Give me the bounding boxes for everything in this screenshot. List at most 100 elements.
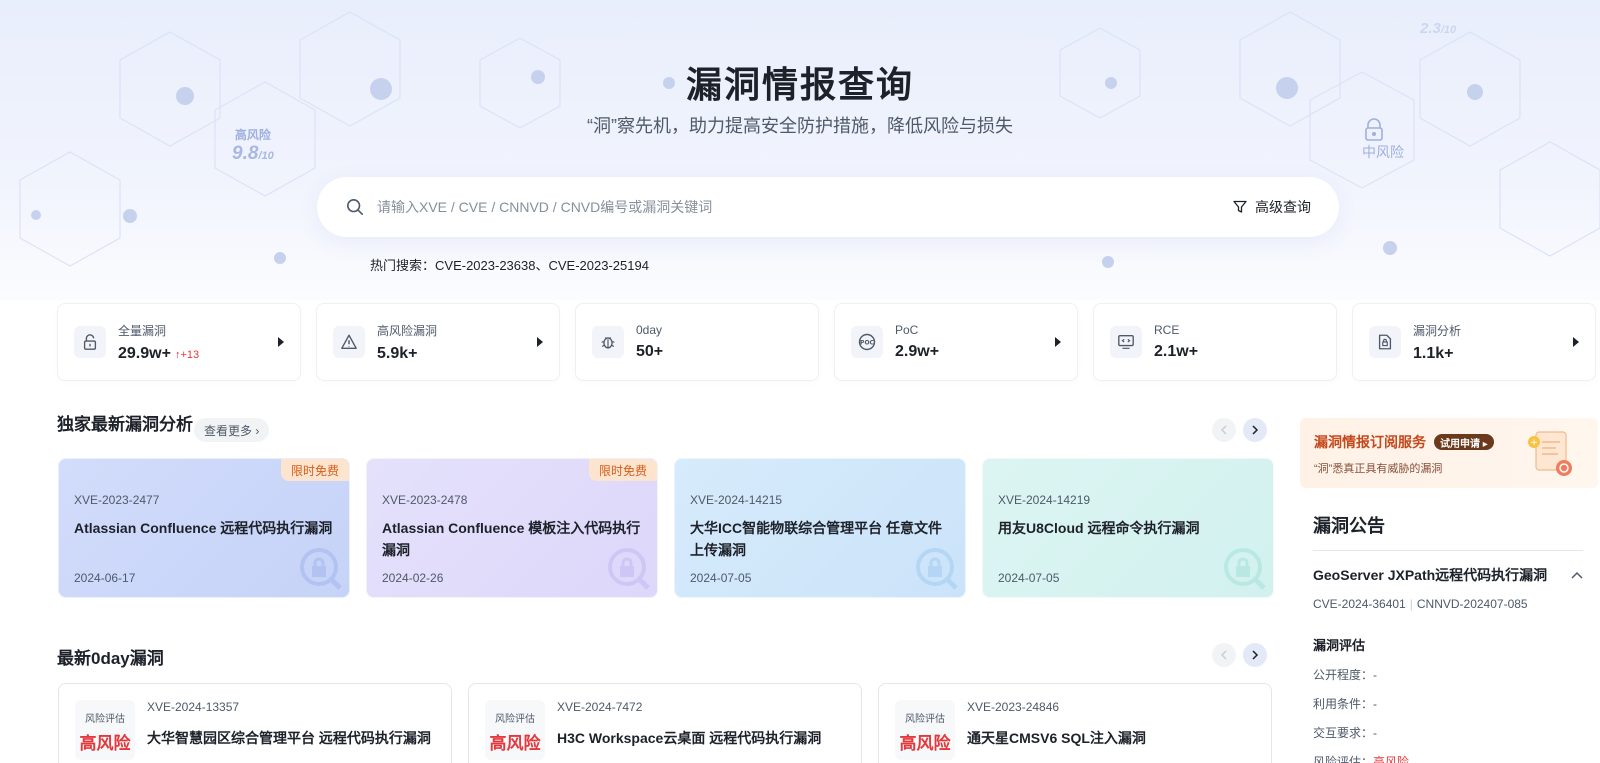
doc-lock-icon	[1369, 326, 1401, 358]
stat-value: 29.9w+	[118, 344, 171, 362]
risk-label: 风险评估	[85, 714, 125, 725]
id-divider: |	[1409, 597, 1413, 611]
risk-value: 高风险	[489, 734, 541, 753]
vuln-card[interactable]: 限时免费 XVE-2023-2477 Atlassian Confluence …	[58, 458, 350, 598]
chevron-right-icon	[1252, 650, 1259, 660]
vuln-card[interactable]: XVE-2024-14219 用友U8Cloud 远程命令执行漏洞 2024-0…	[982, 458, 1274, 598]
risk-box: 风险评估 高风险	[895, 700, 955, 760]
free-badge: 限时免费	[280, 459, 349, 481]
zeroday-card[interactable]: 风险评估高风险 XVE-2024-13357 大华智慧园区综合管理平台 远程代码执…	[58, 683, 452, 763]
exclusive-cards: 限时免费 XVE-2023-2477 Atlassian Confluence …	[58, 458, 1274, 598]
vuln-id: XVE-2023-2478	[382, 493, 468, 507]
stat-card-0day[interactable]: 0day 50+	[575, 303, 819, 381]
notice-ids: CVE-2024-36401 | CNNVD-202407-085	[1313, 597, 1583, 611]
stat-label: 全量漏洞	[118, 323, 167, 338]
vuln-card[interactable]: 限时免费 XVE-2023-2478 Atlassian Confluence …	[366, 458, 658, 598]
stat-label: RCE	[1154, 323, 1180, 337]
vuln-id: XVE-2024-14215	[690, 493, 783, 507]
vuln-date: 2024-06-17	[74, 571, 136, 585]
poc-icon: POC	[851, 326, 883, 358]
stat-value: 2.9w+	[895, 343, 940, 360]
deco-faint-score: 2.3/10	[1420, 20, 1457, 37]
hot-search-separator: 、	[535, 258, 549, 273]
notice-panel: 漏洞公告 GeoServer JXPath远程代码执行漏洞 CVE-2024-3…	[1313, 512, 1583, 763]
eval-row: 交互要求：-	[1313, 726, 1378, 740]
eval-row: 利用条件：-	[1313, 697, 1378, 711]
subscription-banner[interactable]: 漏洞情报订阅服务 试用申请 ▸ “洞”悉真正具有威胁的漏洞 +	[1300, 418, 1598, 488]
notice-title: 漏洞公告	[1313, 512, 1583, 551]
zeroday-card[interactable]: 风险评估高风险 XVE-2024-7472 H3C Workspace云桌面 远程…	[468, 683, 862, 763]
vuln-name: 大华ICC智能物联综合管理平台 任意文件上传漏洞	[690, 520, 942, 558]
carousel-next-button[interactable]	[1243, 643, 1267, 667]
risk-value: 高风险	[79, 734, 131, 753]
vuln-name: H3C Workspace云桌面 远程代码执行漏洞	[557, 730, 822, 746]
stat-card-rce[interactable]: RCE 2.1w+	[1093, 303, 1337, 381]
vuln-card[interactable]: XVE-2024-14215 大华ICC智能物联综合管理平台 任意文件上传漏洞 …	[674, 458, 966, 598]
search-icon	[345, 197, 365, 217]
vuln-id: XVE-2024-14219	[998, 493, 1091, 507]
hero-banner: 高风险 9.8/10 中风险 2.3/10 漏洞情报查询 “洞”察先机，助力提高…	[0, 0, 1600, 300]
hot-search-link[interactable]: CVE-2023-23638	[435, 258, 535, 273]
promo-title: 漏洞情报订阅服务	[1314, 434, 1426, 450]
eval-title: 漏洞评估	[1313, 638, 1366, 653]
hot-searches: 热门搜索：CVE-2023-23638、CVE-2023-25194	[370, 255, 649, 274]
stat-value: 50+	[636, 343, 664, 360]
hot-search-link[interactable]: CVE-2023-25194	[549, 258, 649, 273]
advanced-search-label: 高级查询	[1255, 199, 1311, 215]
chevron-left-icon	[1220, 650, 1227, 660]
stat-value: 2.1w+	[1154, 343, 1199, 360]
stat-card-analysis[interactable]: 漏洞分析 1.1k+	[1352, 303, 1596, 381]
cve-id: CVE-2024-36401	[1313, 597, 1406, 611]
vuln-id: XVE-2023-24846	[967, 700, 1060, 714]
document-shield-icon: +	[1528, 431, 1572, 476]
carousel-next-button[interactable]	[1243, 418, 1267, 442]
carousel-prev-button[interactable]	[1212, 418, 1236, 442]
chevron-up-icon[interactable]	[1571, 571, 1583, 579]
chevron-left-icon	[1220, 425, 1227, 435]
stats-row: 全量漏洞 29.9w+ ↑+13 高风险漏洞 5.9k+ 0day 50+ POC Po…	[57, 303, 1596, 381]
stat-card-all[interactable]: 全量漏洞 29.9w+ ↑+13	[57, 303, 301, 381]
caret-right-icon	[1055, 337, 1061, 347]
chevron-right-icon	[1252, 425, 1259, 435]
risk-box: 风险评估 高风险	[75, 700, 135, 760]
deco-mid-label: 中风险	[1362, 144, 1404, 160]
section-title-exclusive: 独家最新漏洞分析	[57, 415, 193, 434]
stat-value: 5.9k+	[377, 344, 418, 362]
vuln-name: 用友U8Cloud 远程命令执行漏洞	[998, 520, 1200, 536]
code-icon	[1110, 326, 1142, 358]
carousel-prev-button[interactable]	[1212, 643, 1236, 667]
deco-score: 9.8	[232, 143, 259, 164]
zeroday-card[interactable]: 风险评估 高风险 XVE-2023-24846 通天星CMSV6 SQL注入漏洞	[878, 683, 1272, 763]
risk-box: 风险评估 高风险	[485, 700, 545, 760]
section-title-0day: 最新0day漏洞	[57, 649, 164, 668]
eval-row: 公开程度：-	[1313, 668, 1378, 682]
search-bar[interactable]: 高级查询	[317, 177, 1339, 237]
notice-item-header[interactable]: GeoServer JXPath远程代码执行漏洞	[1313, 565, 1583, 585]
lock-icon	[74, 326, 106, 358]
caret-right-icon	[1573, 337, 1579, 347]
stat-card-poc[interactable]: POC PoC 2.9w+	[834, 303, 1078, 381]
warning-icon	[333, 326, 365, 358]
caret-right-icon	[278, 337, 284, 347]
vuln-date: 2024-07-05	[998, 571, 1060, 585]
view-more-button[interactable]: 查看更多 ›	[194, 418, 270, 442]
vuln-name: 大华智慧园区综合管理平台 远程代码执行漏洞	[147, 730, 431, 746]
vuln-date: 2024-07-05	[690, 571, 752, 585]
vuln-name: Atlassian Confluence 模板注入代码执行漏洞	[382, 520, 641, 558]
advanced-search-button[interactable]: 高级查询	[1233, 197, 1311, 217]
vuln-id: XVE-2024-13357	[147, 700, 240, 714]
free-badge: 限时免费	[588, 459, 657, 481]
stat-label: 漏洞分析	[1413, 323, 1462, 338]
vuln-id: XVE-2024-7472	[557, 700, 643, 714]
svg-text:POC: POC	[860, 340, 874, 347]
risk-label: 风险评估	[905, 714, 945, 725]
stat-value: 1.1k+	[1413, 344, 1454, 362]
search-input[interactable]	[377, 199, 1233, 215]
stat-card-high-risk[interactable]: 高风险漏洞 5.9k+	[316, 303, 560, 381]
svg-text:+: +	[1530, 438, 1538, 448]
risk-label: 风险评估	[495, 714, 535, 725]
stat-label: 0day	[636, 323, 663, 337]
trial-apply-button[interactable]: 试用申请 ▸	[1434, 434, 1494, 450]
lock-search-icon	[916, 548, 958, 590]
vuln-date: 2024-02-26	[382, 571, 444, 585]
